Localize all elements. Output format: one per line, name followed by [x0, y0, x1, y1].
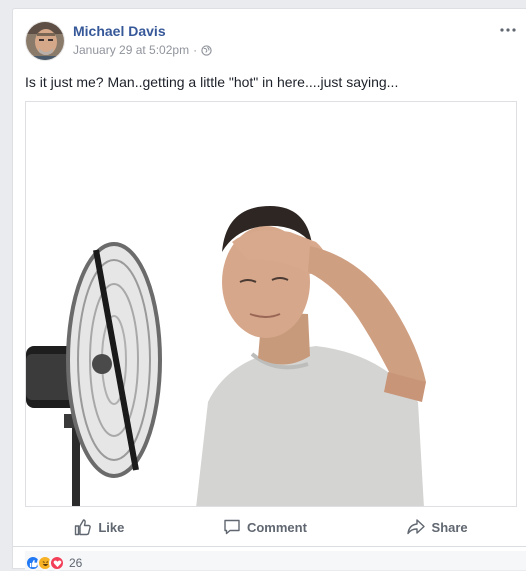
- share-label: Share: [431, 519, 468, 535]
- more-options-icon[interactable]: [498, 23, 518, 37]
- comment-label: Comment: [246, 519, 307, 535]
- post-photo[interactable]: [25, 101, 517, 507]
- share-icon: [406, 518, 426, 536]
- post-meta: January 29 at 5:02pm ·: [73, 43, 212, 57]
- reactions-bar: 26: [25, 551, 526, 571]
- post-timestamp[interactable]: January 29 at 5:02pm: [73, 43, 189, 57]
- like-icon: [74, 518, 92, 536]
- author-name[interactable]: Michael Davis: [73, 23, 166, 39]
- share-button[interactable]: Share: [396, 514, 478, 540]
- avatar[interactable]: [25, 21, 65, 61]
- meta-separator: ·: [193, 43, 198, 57]
- like-label: Like: [98, 519, 125, 535]
- post-text: Is it just me? Man..getting a little "ho…: [25, 74, 399, 90]
- globe-icon[interactable]: [201, 44, 212, 56]
- like-button[interactable]: Like: [64, 514, 134, 540]
- comment-button[interactable]: Comment: [213, 514, 317, 540]
- post-header: Michael Davis January 29 at 5:02pm ·: [25, 21, 526, 65]
- reaction-count[interactable]: 26: [69, 556, 82, 570]
- post-card: Michael Davis January 29 at 5:02pm · Is …: [12, 8, 526, 571]
- post-actions: Like Comment Share: [25, 509, 517, 545]
- divider: [13, 546, 526, 547]
- comment-icon: [223, 518, 241, 536]
